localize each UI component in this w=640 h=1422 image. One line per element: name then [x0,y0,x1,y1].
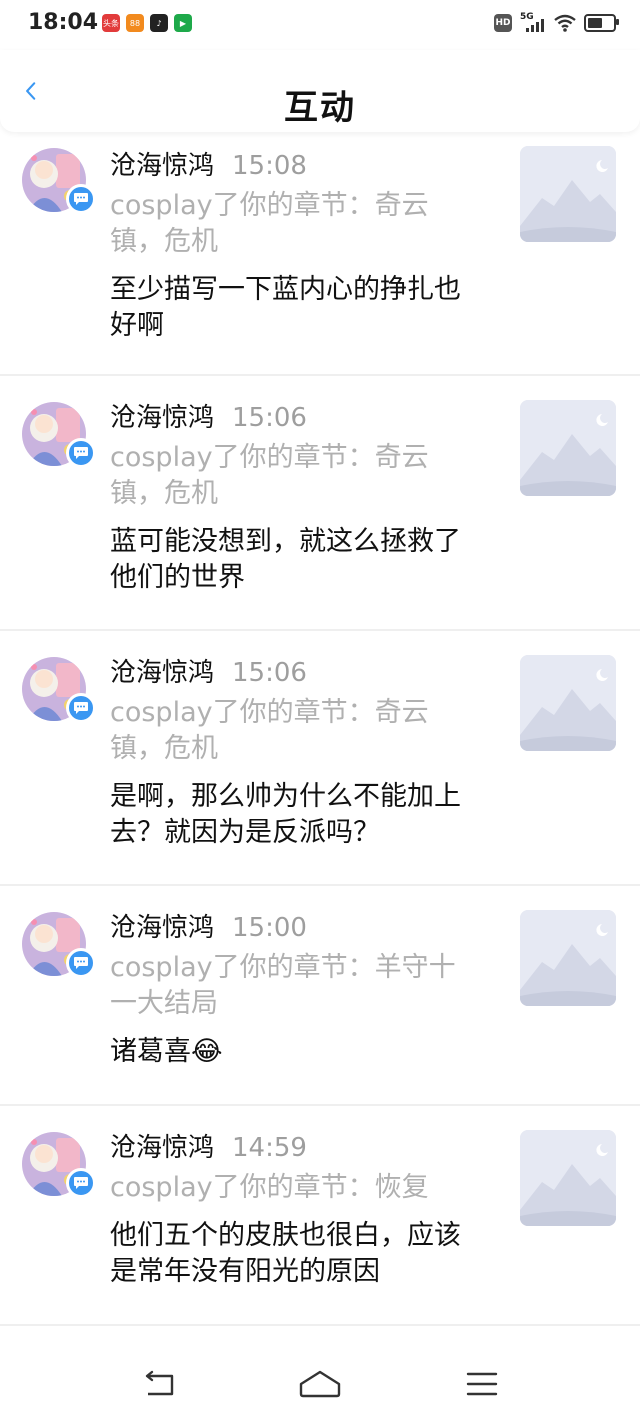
signal-icon: 5G [520,12,546,34]
username[interactable]: 沧海惊鸿 [110,913,214,943]
battery-icon [584,14,619,32]
timestamp: 15:06 [232,403,307,433]
comment-badge-icon [66,184,96,214]
notification-content: 沧海惊鸿 14:59 cosplay了你的章节：恢复 他们五个的皮肤也很白，应该是… [110,1130,480,1290]
status-time: 18:04 [28,10,99,35]
notification-content: 沧海惊鸿 15:08 cosplay了你的章节：奇云镇，危机 至少描写一下蓝内心的… [110,148,480,344]
chapter-thumbnail[interactable] [520,655,616,751]
notification-content: 沧海惊鸿 15:06 cosplay了你的章节：奇云镇，危机 是啊，那么帅为什么不… [110,655,480,851]
page-title: 互动 [284,88,356,128]
chapter-thumbnail[interactable] [520,146,616,242]
comment-badge-icon [66,1168,96,1198]
list-item[interactable]: 沧海惊鸿 15:06 cosplay了你的章节：奇云镇，危机 蓝可能没想到，就这么… [0,376,640,631]
chapter-thumbnail[interactable] [520,910,616,1006]
chapter-thumbnail[interactable] [520,400,616,496]
notification-content: 沧海惊鸿 15:06 cosplay了你的章节：奇云镇，危机 蓝可能没想到，就这么… [110,400,480,596]
hd-icon: HD [494,14,512,32]
username[interactable]: 沧海惊鸿 [110,1133,214,1163]
list-item[interactable]: 沧海惊鸿 15:06 cosplay了你的章节：奇云镇，危机 是啊，那么帅为什么不… [0,631,640,886]
comment-text: 至少描写一下蓝内心的挣扎也好啊 [110,274,461,341]
username[interactable]: 沧海惊鸿 [110,403,214,433]
tiktok-app-icon: ♪ [150,14,168,32]
timestamp: 15:08 [232,151,307,181]
notification-context: cosplay了你的章节：羊守十一大结局 [110,952,456,1019]
menu-nav-icon[interactable] [462,1368,502,1400]
timestamp: 15:06 [232,658,307,688]
notification-context: cosplay了你的章节：恢复 [110,1172,429,1203]
status-app-icons: 头条 88 ♪ ▶ [102,14,192,32]
username[interactable]: 沧海惊鸿 [110,658,214,688]
list-item[interactable]: 沧海惊鸿 14:59 cosplay了你的章节：恢复 他们五个的皮肤也很白，应该是… [0,1106,640,1326]
comment-badge-icon [66,948,96,978]
chapter-thumbnail[interactable] [520,1130,616,1226]
comment-text: 他们五个的皮肤也很白，应该是常年没有阳光的原因 [110,1220,461,1287]
list-item[interactable]: 沧海惊鸿 15:00 cosplay了你的章节：羊守十一大结局 诸葛喜😂 [0,886,640,1106]
status-bar: 18:04 头条 88 ♪ ▶ HD 5G [0,0,640,50]
comment-badge-icon [66,438,96,468]
home-nav-icon[interactable] [298,1368,342,1400]
notification-context: cosplay了你的章节：奇云镇，危机 [110,442,429,509]
timestamp: 15:00 [232,913,307,943]
list-item[interactable]: 沧海惊鸿 15:08 cosplay了你的章节：奇云镇，危机 至少描写一下蓝内心的… [0,132,640,376]
comment-text: 是啊，那么帅为什么不能加上去？就因为是反派吗？ [110,781,461,848]
notification-content: 沧海惊鸿 15:00 cosplay了你的章节：羊守十一大结局 诸葛喜😂 [110,910,480,1070]
toutiao-app-icon: 头条 [102,14,120,32]
top-bar: 互动 [0,50,640,132]
iqiyi-app-icon: ▶ [174,14,192,32]
status-indicators: HD 5G [494,12,619,34]
comment-badge-icon [66,693,96,723]
wifi-icon [554,14,576,32]
comment-text: 诸葛喜😂 [110,1036,223,1067]
notification-context: cosplay了你的章节：奇云镇，危机 [110,190,429,257]
username[interactable]: 沧海惊鸿 [110,151,214,181]
interaction-list: 沧海惊鸿 15:08 cosplay了你的章节：奇云镇，危机 至少描写一下蓝内心的… [0,132,640,1326]
notification-context: cosplay了你的章节：奇云镇，危机 [110,697,429,764]
timestamp: 14:59 [232,1133,307,1163]
comment-text: 蓝可能没想到，就这么拯救了他们的世界 [110,526,461,593]
system-nav-bar [0,1346,640,1422]
orange-app-icon: 88 [126,14,144,32]
back-nav-icon[interactable] [140,1368,180,1400]
